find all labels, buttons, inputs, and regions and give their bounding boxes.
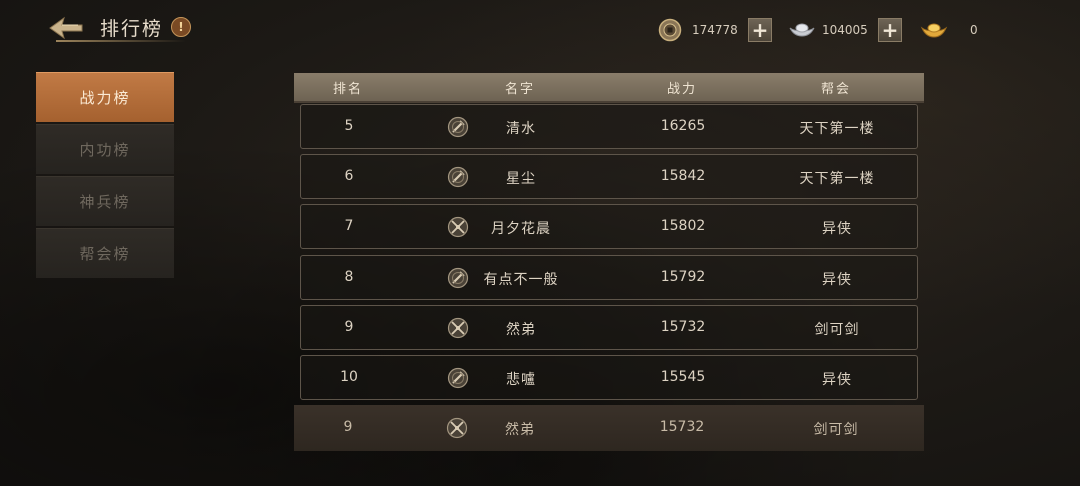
table-row[interactable]: 10 悲嚧 15545 异侠 <box>300 355 918 400</box>
add-coin-button[interactable]: + <box>748 18 772 42</box>
help-button[interactable]: ! <box>171 17 191 37</box>
my-rank-row: 9 然弟 15732 剑可剑 <box>294 405 924 451</box>
rank-cell: 7 <box>344 218 354 235</box>
sword-emblem-icon <box>447 167 469 188</box>
crossed-blades-emblem-icon <box>447 217 469 238</box>
sword-emblem-icon <box>447 367 469 389</box>
my-power: 15732 <box>659 419 705 435</box>
name-cell: 然弟 <box>506 321 536 338</box>
currency-silver: 104005 + <box>788 17 902 43</box>
guild-cell: 天下第一楼 <box>799 121 875 137</box>
tab-divine-weapon[interactable]: 神兵榜 <box>36 176 174 226</box>
table-row[interactable]: 8 有点不一般 15792 异侠 <box>300 254 918 300</box>
header-name: 名字 <box>504 81 536 97</box>
guild-cell: 剑可剑 <box>814 321 860 338</box>
name-cell: 月夕花晨 <box>491 221 551 238</box>
silver-amount: 104005 <box>822 23 868 37</box>
guild-cell: 异侠 <box>822 271 852 288</box>
name-cell: 悲嚧 <box>506 372 536 388</box>
guild-cell: 异侠 <box>822 372 852 388</box>
silver-ingot-icon <box>789 23 815 37</box>
power-cell: 16265 <box>660 118 706 134</box>
my-name: 然弟 <box>505 422 535 438</box>
power-cell: 15802 <box>660 218 706 235</box>
my-guild: 剑可剑 <box>813 422 859 438</box>
power-cell: 15545 <box>660 369 706 385</box>
ranking-sidebar: 战力榜 内功榜 神兵榜 帮会榜 <box>36 72 174 280</box>
rank-cell: 8 <box>344 268 354 285</box>
header-power: 战力 <box>666 81 698 97</box>
rank-cell: 5 <box>344 118 354 134</box>
header-guild: 帮会 <box>820 81 852 97</box>
rank-cell: 6 <box>344 168 354 185</box>
name-cell: 清水 <box>506 121 536 137</box>
table-row[interactable]: 7 月夕花晨 15802 异侠 <box>300 204 918 250</box>
crossed-blades-emblem-icon <box>447 317 469 338</box>
coin-icon <box>658 18 682 42</box>
table-row[interactable]: 6 星尘 15842 天下第一楼 <box>300 154 918 200</box>
tab-inner-skill[interactable]: 内功榜 <box>36 124 174 174</box>
gold-amount: 0 <box>970 23 978 37</box>
guild-cell: 天下第一楼 <box>799 171 875 188</box>
rank-cell: 9 <box>344 318 354 335</box>
my-rank: 9 <box>343 419 353 435</box>
ranking-table: 排名 名字 战力 帮会 5 清水 16265 天下第一楼 6 星尘 15842 天下第一楼 7 月… <box>294 73 924 451</box>
sword-emblem-icon <box>447 267 469 288</box>
gold-ingot-icon <box>920 23 948 38</box>
table-header: 排名 名字 战力 帮会 <box>294 73 924 103</box>
rank-cell: 10 <box>340 369 358 385</box>
power-cell: 15792 <box>660 268 706 285</box>
currency-gold: 0 <box>920 17 1014 43</box>
currency-coin: 174778 + <box>658 17 772 43</box>
table-row[interactable]: 9 然弟 15732 剑可剑 <box>300 304 918 350</box>
page-title: 排行榜 <box>100 18 164 40</box>
back-arrow-icon[interactable] <box>48 14 84 42</box>
power-cell: 15842 <box>660 168 706 185</box>
name-cell: 星尘 <box>506 171 536 188</box>
crossed-blades-emblem-icon <box>446 417 468 439</box>
guild-cell: 异侠 <box>822 221 852 238</box>
name-cell: 有点不一般 <box>483 271 559 288</box>
power-cell: 15732 <box>660 318 706 335</box>
tab-guild[interactable]: 帮会榜 <box>36 228 174 278</box>
sword-emblem-icon <box>447 116 469 138</box>
tab-combat-power[interactable]: 战力榜 <box>36 72 174 122</box>
add-silver-button[interactable]: + <box>878 18 902 42</box>
table-row[interactable]: 5 清水 16265 天下第一楼 <box>300 104 918 149</box>
header-rank: 排名 <box>332 81 364 97</box>
coin-amount: 174778 <box>692 23 738 37</box>
title-underline <box>56 40 186 42</box>
